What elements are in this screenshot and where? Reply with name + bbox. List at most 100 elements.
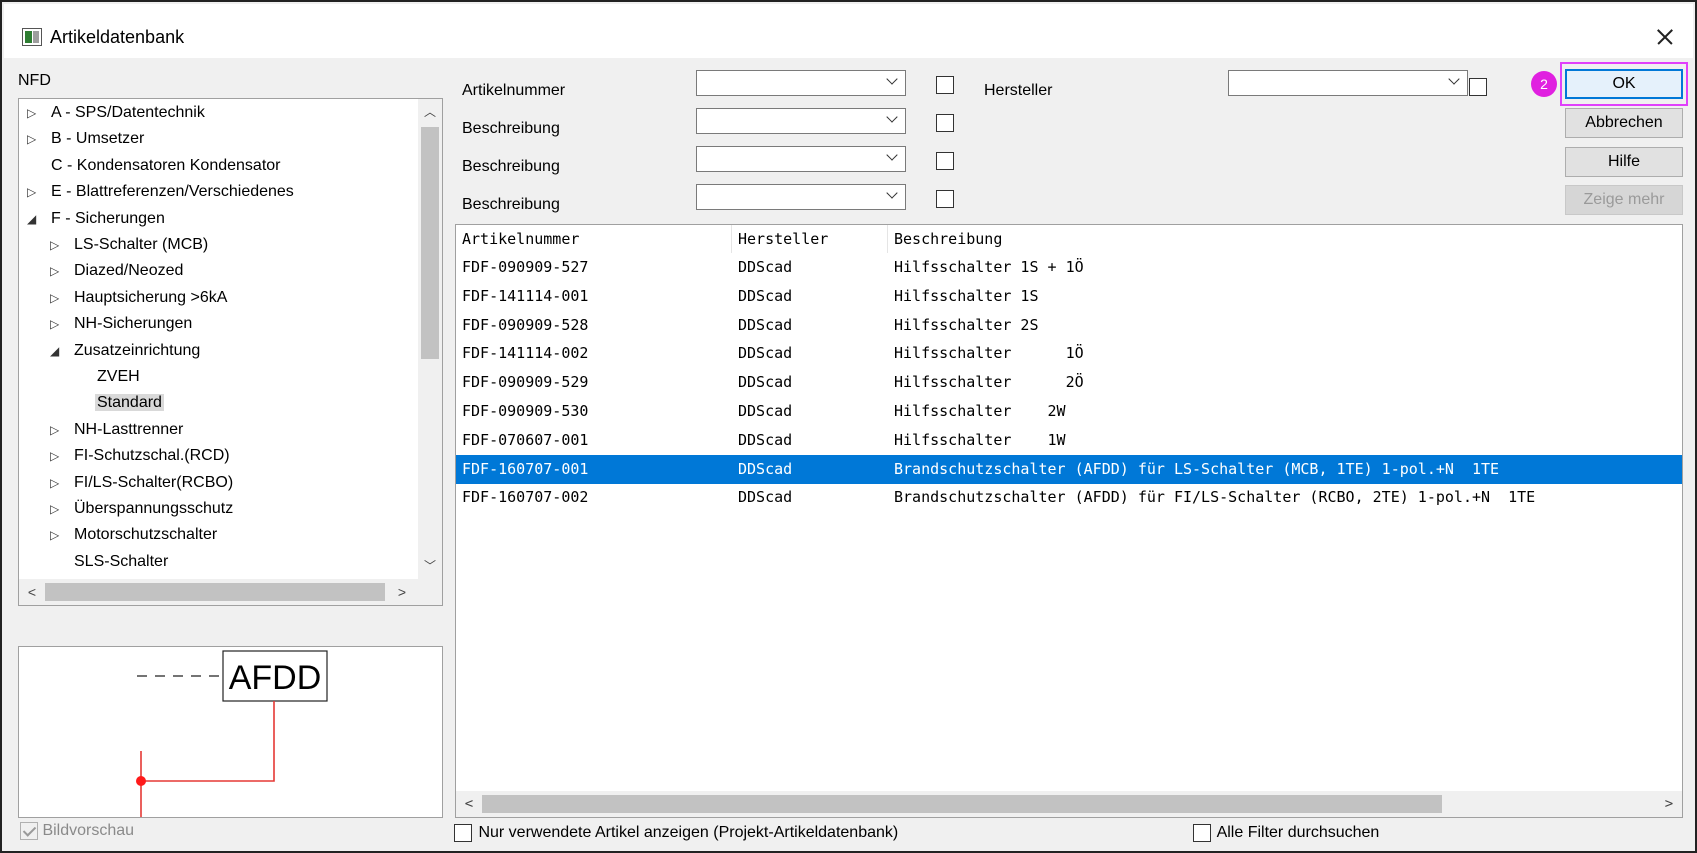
zeige-mehr-button[interactable]: Zeige mehr bbox=[1565, 185, 1683, 215]
tree-item[interactable]: ▷ NH-Lasttrenner bbox=[50, 418, 185, 442]
beschreibung-checkbox-3[interactable] bbox=[936, 190, 954, 208]
close-icon[interactable] bbox=[1649, 22, 1679, 52]
alle-filter-checkbox[interactable]: Alle Filter durchsuchen bbox=[1193, 824, 1379, 842]
tree-vertical-scrollbar[interactable]: ︿ ﹀ bbox=[418, 99, 442, 579]
tree-item-label: Hauptsicherung >6kA bbox=[74, 288, 228, 306]
tree-item-label: ZVEH bbox=[97, 368, 140, 385]
cell-hersteller: DDScad bbox=[738, 488, 793, 507]
chevron-right-icon[interactable]: > bbox=[1656, 791, 1682, 817]
expand-icon[interactable]: ▷ bbox=[50, 523, 72, 547]
checkbox-icon[interactable] bbox=[20, 822, 38, 840]
table-row[interactable]: FDF-141114-002 DDScad Hilfsschalter 1Ö bbox=[456, 339, 1682, 368]
column-header-hersteller[interactable]: Hersteller bbox=[732, 225, 888, 253]
chevron-left-icon[interactable]: < bbox=[456, 791, 482, 817]
tree-item[interactable]: ▷ Motorschutzschalter bbox=[50, 523, 219, 547]
tree-item[interactable]: ▷ E - Blattreferenzen/Verschiedenes bbox=[27, 180, 296, 204]
hilfe-button[interactable]: Hilfe bbox=[1565, 147, 1683, 177]
expand-icon[interactable]: ▷ bbox=[50, 497, 72, 521]
expand-icon[interactable]: ▷ bbox=[50, 418, 72, 442]
chevron-right-icon[interactable]: > bbox=[389, 579, 415, 605]
artikelnummer-combo[interactable] bbox=[696, 70, 906, 96]
tree-item[interactable]: ▷ Hauptsicherung >6kA bbox=[50, 286, 229, 310]
tree-item[interactable]: ◢ F - Sicherungen bbox=[27, 207, 167, 231]
app-icon bbox=[22, 28, 42, 46]
tree-label: NFD bbox=[18, 72, 51, 89]
beschreibung-combo-2[interactable] bbox=[696, 146, 906, 172]
tree-item[interactable]: SLS-Schalter bbox=[50, 550, 170, 574]
table-row[interactable]: FDF-090909-529 DDScad Hilfsschalter 2Ö bbox=[456, 368, 1682, 397]
artikelnummer-checkbox[interactable] bbox=[936, 76, 954, 94]
column-header-beschreibung[interactable]: Beschreibung bbox=[888, 225, 1678, 253]
nur-verwendete-checkbox[interactable]: Nur verwendete Artikel anzeigen (Projekt… bbox=[454, 824, 898, 842]
tree-item[interactable]: ◢ Zusatzeinrichtung bbox=[50, 339, 202, 363]
expand-icon[interactable]: ▷ bbox=[50, 286, 72, 310]
checkbox-icon[interactable] bbox=[1193, 824, 1211, 842]
chevron-left-icon[interactable]: < bbox=[19, 579, 45, 605]
tree-item[interactable]: ZVEH bbox=[73, 365, 142, 389]
cell-beschreibung: Hilfsschalter 2Ö bbox=[894, 373, 1084, 392]
abbrechen-button[interactable]: Abbrechen bbox=[1565, 108, 1683, 138]
table-row[interactable]: FDF-141114-001 DDScad Hilfsschalter 1S bbox=[456, 282, 1682, 311]
tree-horizontal-scrollbar[interactable]: < > bbox=[19, 579, 442, 605]
article-table[interactable]: Artikelnummer Hersteller Beschreibung FD… bbox=[455, 224, 1683, 818]
filter-label-artikelnummer: Artikelnummer bbox=[462, 82, 566, 99]
tree-item[interactable]: ▷ B - Umsetzer bbox=[27, 127, 146, 151]
step-badge: 2 bbox=[1531, 71, 1557, 97]
table-row[interactable]: FDF-090909-530 DDScad Hilfsschalter 2W bbox=[456, 397, 1682, 426]
bildvorschau-checkbox[interactable]: Bildvorschau bbox=[20, 822, 134, 840]
table-horizontal-scrollbar[interactable]: < > bbox=[456, 791, 1682, 817]
cell-hersteller: DDScad bbox=[738, 286, 793, 305]
cell-artikelnummer: FDF-090909-527 bbox=[462, 258, 589, 276]
beschreibung-checkbox-1[interactable] bbox=[936, 114, 954, 132]
table-row[interactable]: FDF-070607-001 DDScad Hilfsschalter 1W bbox=[456, 426, 1682, 455]
tree-item[interactable]: ▷ LS-Schalter (MCB) bbox=[50, 233, 210, 257]
chevron-down-icon[interactable] bbox=[885, 74, 901, 90]
beschreibung-combo-3[interactable] bbox=[696, 184, 906, 210]
expand-icon[interactable]: ▷ bbox=[50, 444, 72, 468]
tree-item[interactable]: ▷ NH-Sicherungen bbox=[50, 312, 194, 336]
tree-hscroll-thumb[interactable] bbox=[45, 583, 385, 601]
expand-icon[interactable]: ▷ bbox=[50, 233, 72, 257]
expand-icon[interactable]: ▷ bbox=[50, 312, 72, 336]
filter-label-beschreibung-3: Beschreibung bbox=[462, 196, 560, 213]
cell-hersteller: DDScad bbox=[738, 459, 793, 478]
cell-hersteller: DDScad bbox=[738, 344, 793, 363]
chevron-down-icon[interactable] bbox=[885, 188, 901, 204]
ok-button[interactable]: OK bbox=[1565, 69, 1683, 99]
collapse-icon[interactable]: ◢ bbox=[50, 339, 72, 363]
beschreibung-checkbox-2[interactable] bbox=[936, 152, 954, 170]
chevron-up-icon[interactable]: ︿ bbox=[418, 99, 442, 125]
tree-item[interactable]: ▷ FI-Schutzschal.(RCD) bbox=[50, 444, 232, 468]
tree-item[interactable]: ▷ Überspannungsschutz bbox=[50, 497, 235, 521]
checkbox-icon[interactable] bbox=[454, 824, 472, 842]
afdd-symbol: AFDD bbox=[136, 650, 328, 817]
hersteller-checkbox[interactable] bbox=[1469, 78, 1487, 96]
cell-artikelnummer: FDF-090909-528 bbox=[462, 315, 589, 334]
table-hscroll-thumb[interactable] bbox=[482, 795, 1442, 813]
chevron-down-icon[interactable] bbox=[885, 112, 901, 128]
expand-icon[interactable]: ▷ bbox=[27, 127, 49, 151]
table-row[interactable]: FDF-090909-528 DDScad Hilfsschalter 2S bbox=[456, 311, 1682, 340]
expand-icon[interactable]: ▷ bbox=[27, 180, 49, 204]
beschreibung-combo-1[interactable] bbox=[696, 108, 906, 134]
table-row[interactable]: FDF-160707-002 DDScad Brandschutzschalter … bbox=[456, 483, 1682, 512]
tree-item[interactable]: ▷ FI/LS-Schalter(RCBO) bbox=[50, 471, 235, 495]
tree-item[interactable]: C - Kondensatoren Kondensator bbox=[27, 154, 282, 178]
tree-item[interactable]: ▷ Diazed/Neozed bbox=[50, 259, 185, 283]
tree-scroll-thumb[interactable] bbox=[421, 127, 439, 359]
table-row[interactable]: FDF-090909-527 DDScad Hilfsschalter 1S + 1… bbox=[456, 253, 1682, 282]
hersteller-combo[interactable] bbox=[1228, 70, 1468, 96]
collapse-icon[interactable]: ◢ bbox=[27, 207, 49, 231]
chevron-down-icon[interactable]: ﹀ bbox=[418, 553, 442, 579]
column-header-artikelnummer[interactable]: Artikelnummer bbox=[456, 225, 732, 253]
category-tree[interactable]: ▷ A - SPS/Datentechnik ▷ B - Umsetzer C - Ko… bbox=[18, 98, 443, 606]
chevron-down-icon[interactable] bbox=[885, 150, 901, 166]
filter-label-beschreibung-1: Beschreibung bbox=[462, 120, 560, 137]
tree-item[interactable]: ▷ A - SPS/Datentechnik bbox=[27, 101, 207, 125]
tree-item[interactable]: Standard bbox=[73, 391, 164, 415]
expand-icon[interactable]: ▷ bbox=[50, 471, 72, 495]
expand-icon[interactable]: ▷ bbox=[27, 101, 49, 125]
expand-icon[interactable]: ▷ bbox=[50, 259, 72, 283]
chevron-down-icon[interactable] bbox=[1447, 74, 1463, 90]
table-row[interactable]: FDF-160707-001 DDScad Brandschutzschalter … bbox=[456, 454, 1682, 484]
